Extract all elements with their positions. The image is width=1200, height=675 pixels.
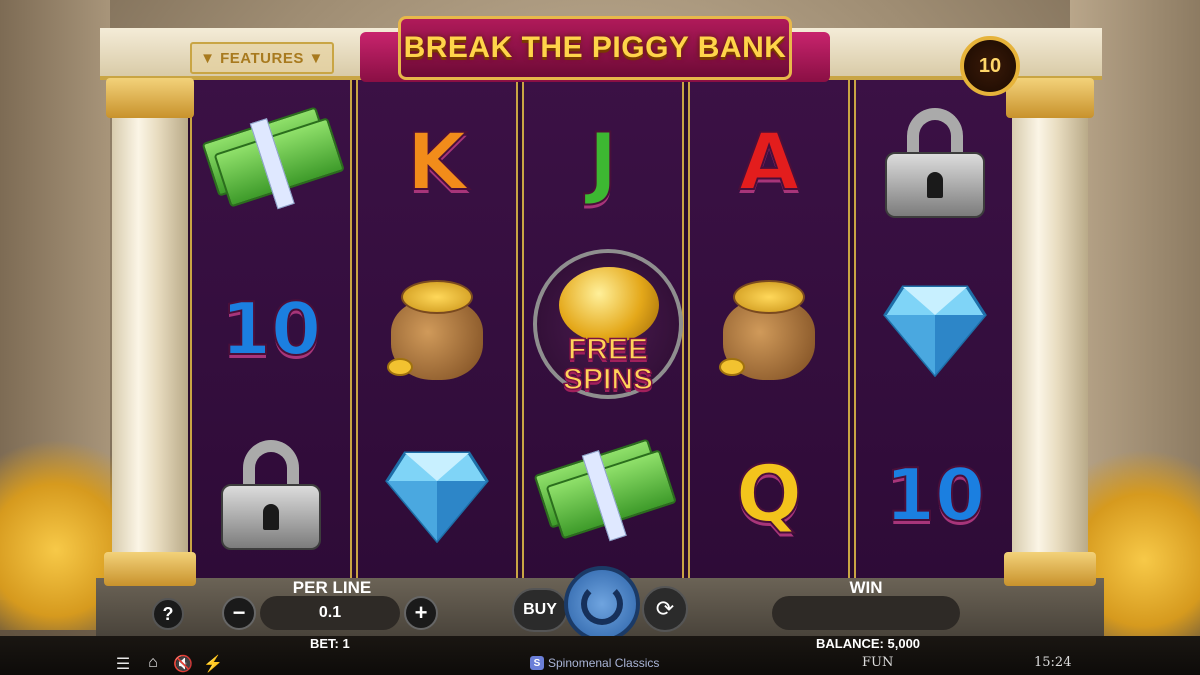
win-label: WIN [849, 578, 883, 597]
menu-icon[interactable]: ☰ [112, 654, 134, 674]
info-bar: BET: 1 BALANCE: 5,000 ☰ ⌂ 🔇 ⚡ S Spinomen… [0, 636, 1200, 675]
symbol-label: 10 [884, 452, 986, 538]
increase-bet-button[interactable]: + [404, 596, 438, 630]
symbol-letter: A [699, 93, 839, 233]
sound-off-icon[interactable]: 🔇 [172, 654, 194, 674]
provider-brand: S Spinomenal Classics [530, 656, 659, 670]
level-badge: 10 [960, 36, 1020, 96]
symbol-label: Q [735, 449, 803, 541]
home-icon[interactable]: ⌂ [142, 654, 164, 674]
provider-logo: S [530, 656, 544, 670]
symbol-label: K [406, 117, 468, 209]
per-line-label: PER LINE [292, 578, 372, 597]
reel-1: 10 [190, 80, 352, 578]
decrease-bet-button[interactable]: − [222, 596, 256, 630]
buy-feature-button[interactable]: BUY [512, 588, 568, 632]
symbol-letter: K [367, 93, 507, 233]
features-button[interactable]: ▼ FEATURES ▼ [190, 42, 334, 74]
help-button[interactable]: ? [152, 598, 184, 630]
padlock-icon [201, 425, 341, 565]
diamond-icon [865, 259, 1005, 399]
symbol-label: 10 [220, 286, 322, 372]
per-line-value: 0.1 [260, 596, 400, 630]
piggy-bank-icon [559, 267, 659, 343]
coin-sack-icon [367, 259, 507, 399]
reel-grid: 10 K J FREE SPINS A Q 10 [188, 80, 1018, 578]
pillar-left [104, 78, 196, 586]
pillar-right [1004, 78, 1096, 586]
system-icons: ☰ ⌂ 🔇 ⚡ [112, 654, 224, 674]
clock: 15:24 [1034, 655, 1072, 670]
mode-label: FUN [862, 655, 894, 670]
provider-name: Spinomenal Classics [548, 656, 660, 670]
reel-3: J FREE SPINS [522, 80, 684, 578]
balance-text: BALANCE: 5,000 [816, 636, 921, 651]
symbol-letter: J [533, 93, 673, 233]
coin-sack-icon [699, 259, 839, 399]
reel-2: K [356, 80, 518, 578]
win-value [772, 596, 960, 630]
symbol-letter: Q [699, 425, 839, 565]
turbo-icon[interactable]: ⚡ [202, 654, 224, 674]
cash-stack-icon [533, 425, 677, 565]
title-banner: BREAK THE PIGGY BANK [360, 10, 830, 98]
spin-button[interactable] [564, 566, 640, 642]
game-title: BREAK THE PIGGY BANK [403, 31, 787, 64]
reel-4: AQ [688, 80, 850, 578]
free-spins-scatter-icon: FREE SPINS [533, 249, 683, 399]
control-bar: ? PER LINE − 0.1 + BUY ⟳ WIN [96, 566, 1104, 642]
symbol-letter: 10 [201, 259, 341, 399]
diamond-icon [367, 425, 507, 565]
free-spins-label: FREE SPINS [562, 333, 654, 396]
autoplay-button[interactable]: ⟳ [642, 586, 688, 632]
cash-stack-icon [201, 93, 345, 233]
symbol-label: J [587, 117, 618, 209]
spin-icon [581, 583, 623, 625]
banner-plate: BREAK THE PIGGY BANK [398, 16, 792, 80]
bet-text: BET: 1 [310, 636, 350, 651]
symbol-letter: 10 [865, 425, 1005, 565]
padlock-icon [865, 93, 1005, 233]
reel-5: 10 [854, 80, 1016, 578]
symbol-label: A [738, 117, 800, 209]
